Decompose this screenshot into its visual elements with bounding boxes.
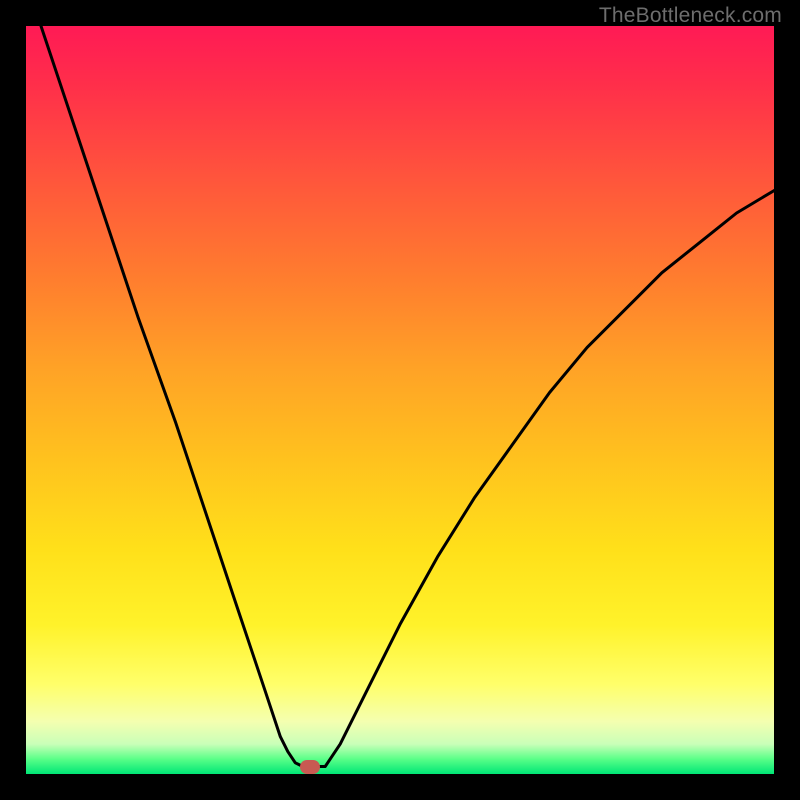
plot-area <box>26 26 774 774</box>
watermark-text: TheBottleneck.com <box>599 4 782 28</box>
optimal-point-marker <box>300 760 320 774</box>
chart-frame: TheBottleneck.com <box>0 0 800 800</box>
bottleneck-curve <box>26 26 774 774</box>
